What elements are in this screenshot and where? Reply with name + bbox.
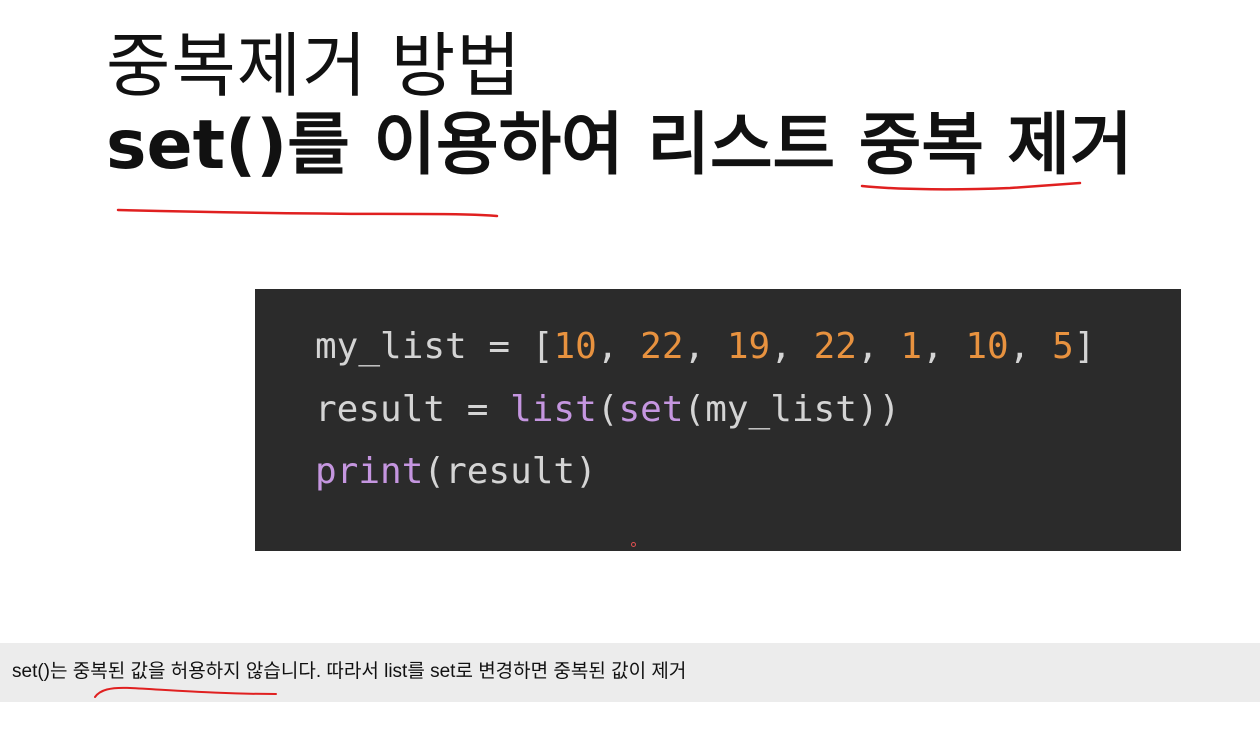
code-builtin: print xyxy=(315,451,424,492)
code-number: 22 xyxy=(640,326,684,367)
code-token: )) xyxy=(856,389,901,430)
code-line-1: my_list = [10, 22, 19, 22, 1, 10, 5] xyxy=(315,325,1095,369)
slide-subtitle: set()를 이용하여 리스트 중복 제거 xyxy=(106,106,1133,185)
code-number: 1 xyxy=(900,326,922,367)
code-token: result xyxy=(445,451,576,492)
code-builtin: set xyxy=(618,389,684,430)
code-token: ( xyxy=(423,451,446,492)
code-token: my_list xyxy=(705,389,857,430)
code-token: ) xyxy=(575,451,597,492)
code-token: = xyxy=(466,326,532,367)
code-line-3: print(result) xyxy=(315,450,597,494)
code-number: 19 xyxy=(726,326,771,367)
code-token: ( xyxy=(683,389,706,430)
code-number: 10 xyxy=(553,326,597,367)
code-builtin: list xyxy=(510,389,597,430)
code-token: = xyxy=(445,389,511,430)
code-token: , xyxy=(596,326,641,367)
code-block: my_list = [10, 22, 19, 22, 1, 10, 5] res… xyxy=(255,289,1181,551)
code-line-2: result = list(set(my_list)) xyxy=(315,388,900,432)
pointer-dot xyxy=(631,542,636,547)
code-number: 22 xyxy=(813,326,857,367)
slide-title: 중복제거 방법 xyxy=(106,25,522,107)
caption-bar: set()는 중복된 값을 허용하지 않습니다. 따라서 list를 set로 … xyxy=(0,643,1260,702)
code-number: 5 xyxy=(1052,326,1074,367)
code-token: , xyxy=(922,326,966,367)
code-token: , xyxy=(856,326,901,367)
code-token: ( xyxy=(596,389,619,430)
code-token: [ xyxy=(531,326,554,367)
code-token: result xyxy=(315,389,446,430)
code-number: 10 xyxy=(965,326,1009,367)
code-token: ] xyxy=(1073,326,1096,367)
underline-set-stroke xyxy=(116,208,499,218)
code-token: my_list xyxy=(315,326,467,367)
code-token: , xyxy=(770,326,814,367)
caption-text: set()는 중복된 값을 허용하지 않습니다. 따라서 list를 set로 … xyxy=(12,661,687,682)
code-token: , xyxy=(1008,326,1053,367)
lecture-slide: 중복제거 방법 set()를 이용하여 리스트 중복 제거 my_list = … xyxy=(0,0,1260,753)
code-token: , xyxy=(683,326,727,367)
